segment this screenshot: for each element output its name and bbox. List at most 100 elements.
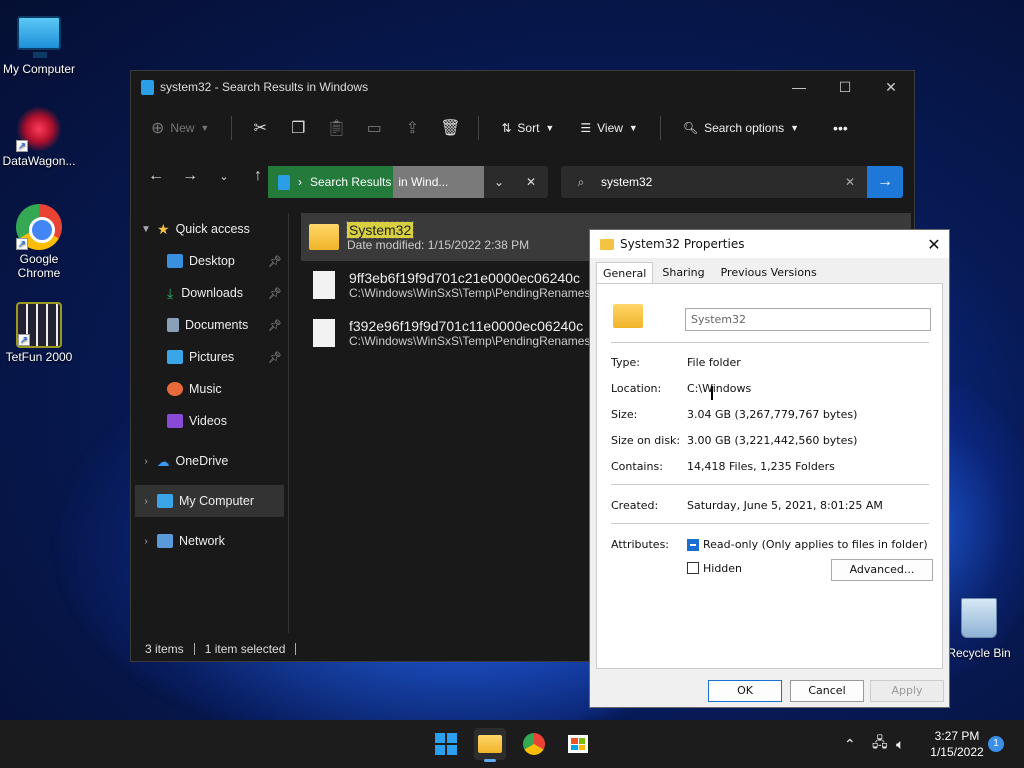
ok-button[interactable]: OK: [708, 680, 782, 702]
search-go-button[interactable]: →: [867, 166, 903, 198]
more-options-button[interactable]: •••: [823, 116, 858, 140]
volume-button[interactable]: 🔈︎: [896, 720, 904, 768]
network-icon: 🖧︎: [872, 734, 888, 750]
stop-search-button[interactable]: ✕: [514, 175, 548, 189]
share-button[interactable]: ⇪: [396, 114, 428, 142]
forward-button[interactable]: →: [175, 167, 205, 185]
nav-quick-access[interactable]: ▼ ★ Quick access: [131, 213, 288, 245]
nav-my-computer[interactable]: › My Computer: [135, 485, 284, 517]
star-icon: ★: [157, 220, 170, 237]
prop-value: 3.00 GB (3,221,442,560 bytes): [687, 434, 858, 447]
minimize-button[interactable]: —: [776, 79, 822, 95]
folder-icon: [309, 224, 339, 250]
item-name: f392e96f19f9d701c11e0000ec06240c: [349, 318, 584, 334]
address-highlight: › Search Results: [268, 166, 394, 198]
chevron-down-icon: ▼: [545, 123, 555, 133]
nav-item-videos[interactable]: Videos: [131, 405, 288, 437]
nav-onedrive[interactable]: › ☁ OneDrive: [131, 445, 288, 477]
chevron-right-icon: ›: [144, 535, 148, 547]
command-bar: ⊕ New ▼ ✂ ❐ 📋︎ ▭ ⇪ 🗑︎ ⇅ Sort ▼ ☰ View ▼ …: [131, 103, 914, 153]
prop-key: Created:: [611, 499, 659, 512]
taskbar-file-explorer[interactable]: [474, 728, 506, 762]
nav-label: Quick access: [175, 222, 250, 236]
paste-button[interactable]: 📋︎: [320, 114, 352, 142]
prop-attributes: Attributes: Read-only (Only applies to f…: [611, 538, 928, 551]
new-label: New: [170, 121, 195, 135]
status-divider: [295, 643, 297, 655]
chevron-down-icon: ⌄: [493, 175, 505, 189]
recent-locations-button[interactable]: ⌄: [209, 167, 239, 185]
prop-key: Attributes:: [611, 538, 670, 551]
prop-size-on-disk: Size on disk: 3.00 GB (3,221,442,560 byt…: [611, 434, 857, 447]
shortcut-arrow-icon: ↗: [16, 140, 28, 152]
toolbar-divider: [478, 116, 480, 140]
address-history-button[interactable]: ⌄: [484, 175, 514, 189]
folder-name-field[interactable]: System32: [685, 308, 931, 331]
clear-search-button[interactable]: ✕: [833, 175, 867, 189]
notification-badge[interactable]: 1: [988, 736, 1004, 752]
tab-general[interactable]: General: [596, 262, 654, 284]
item-name: System32: [345, 221, 415, 239]
address-text-rest: in Wind...: [393, 166, 484, 198]
nav-item-desktop[interactable]: Desktop 📌︎: [131, 245, 288, 277]
chevron-right-icon: ›: [144, 455, 148, 467]
search-box[interactable]: ⌕ system32 ✕ →: [561, 166, 903, 198]
search-options-button[interactable]: 🔍︎ Search options ▼: [673, 117, 809, 139]
desktop-icon-my-computer[interactable]: My Computer: [0, 10, 78, 76]
tab-sharing[interactable]: Sharing: [655, 261, 711, 284]
advanced-button[interactable]: Advanced...: [831, 559, 933, 581]
folder-icon: [478, 735, 502, 753]
start-button[interactable]: [430, 728, 462, 760]
nav-label: Videos: [189, 414, 227, 428]
prop-contains: Contains: 14,418 Files, 1,235 Folders: [611, 460, 835, 473]
new-button[interactable]: ⊕ New ▼: [141, 114, 219, 142]
close-button[interactable]: ✕: [868, 79, 914, 96]
nav-item-music[interactable]: Music: [131, 373, 288, 405]
desktop-icon-recycle-bin[interactable]: Recycle Bin: [940, 598, 1018, 660]
address-bar[interactable]: › Search Results in Wind... ⌄ ✕: [268, 166, 548, 198]
address-text-selected: Search Results: [310, 175, 392, 189]
show-hidden-icons-button[interactable]: ⌃: [844, 720, 856, 768]
tab-previous-versions[interactable]: Previous Versions: [714, 261, 824, 284]
nav-item-pictures[interactable]: Pictures 📌︎: [131, 341, 288, 373]
taskbar-chrome[interactable]: [518, 728, 550, 760]
delete-button[interactable]: 🗑︎: [434, 114, 466, 142]
dialog-close-button[interactable]: ✕: [919, 235, 949, 254]
hidden-checkbox[interactable]: Hidden: [687, 562, 742, 575]
prop-value[interactable]: C:\Windows: [687, 382, 751, 395]
cut-button[interactable]: ✂: [244, 114, 276, 142]
desktop-icon-tetfun[interactable]: ↗ TetFun 2000: [0, 302, 78, 364]
download-icon: ⤓: [167, 284, 174, 301]
nav-network[interactable]: › Network: [131, 525, 288, 557]
prop-key: Contains:: [611, 460, 663, 473]
taskbar-store[interactable]: [562, 728, 594, 760]
view-button[interactable]: ☰ View ▼: [570, 117, 647, 139]
network-tray-button[interactable]: 🖧︎: [872, 720, 888, 768]
desktop-icon-label: Recycle Bin: [947, 646, 1011, 660]
chrome-icon: [523, 733, 545, 755]
sort-button[interactable]: ⇅ Sort ▼: [491, 117, 564, 139]
copy-button[interactable]: ❐: [282, 114, 314, 142]
chevron-down-icon: ▼: [141, 223, 151, 235]
navigation-pane: ▼ ★ Quick access Desktop 📌︎ ⤓ Downloads …: [131, 213, 289, 633]
readonly-checkbox[interactable]: Read-only (Only applies to files in fold…: [687, 538, 928, 551]
videos-icon: [167, 414, 183, 428]
maximize-button[interactable]: ☐: [822, 79, 868, 96]
desktop-icon-datawagon[interactable]: ↗ DataWagon...: [0, 106, 78, 168]
desktop-icon-chrome[interactable]: ↗ Google Chrome: [0, 204, 78, 280]
pin-icon: 📌︎: [268, 319, 282, 332]
apply-button[interactable]: Apply: [870, 680, 944, 702]
folder-icon: [613, 304, 643, 328]
nav-item-documents[interactable]: Documents 📌︎: [131, 309, 288, 341]
monitor-icon: [17, 16, 61, 58]
search-input[interactable]: system32: [601, 175, 833, 189]
cancel-button[interactable]: Cancel: [790, 680, 864, 702]
clock[interactable]: 3:27 PM 1/15/2022: [922, 728, 992, 760]
back-button[interactable]: ←: [141, 167, 171, 185]
nav-item-downloads[interactable]: ⤓ Downloads 📌︎: [131, 277, 288, 309]
rename-button[interactable]: ▭: [358, 114, 390, 142]
desktop-icon-label: Google Chrome: [17, 252, 61, 280]
nav-label: OneDrive: [175, 454, 229, 468]
arrow-left-icon: ←: [148, 167, 164, 184]
toolbar-divider: [659, 116, 661, 140]
